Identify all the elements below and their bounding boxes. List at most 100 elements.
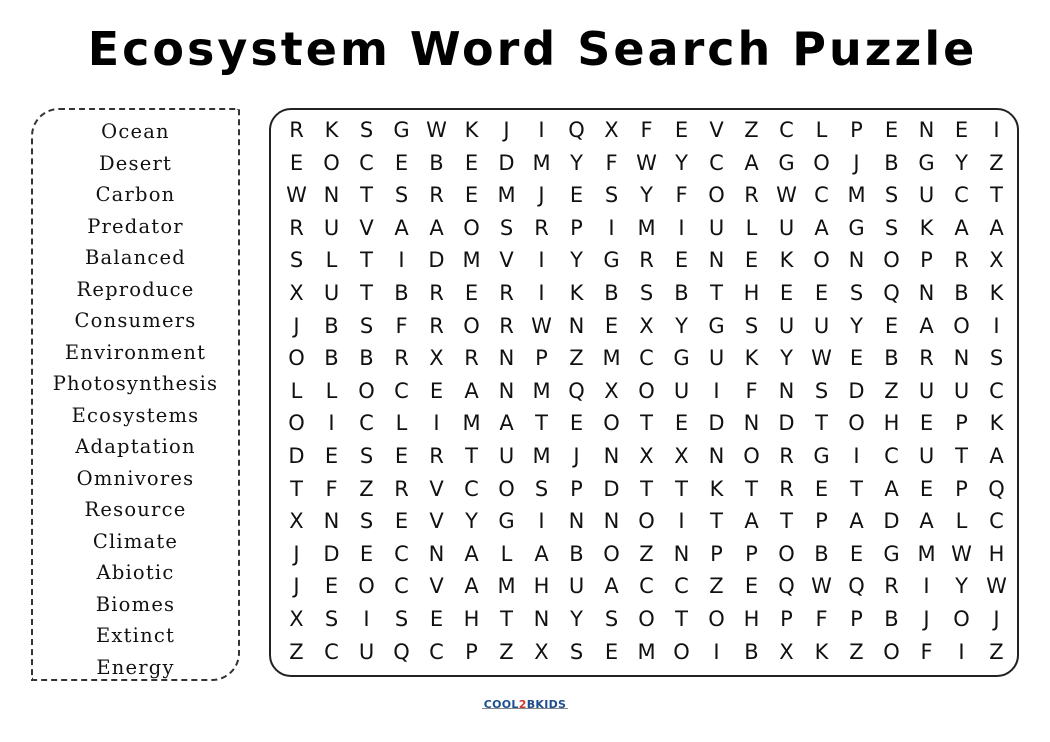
grid-cell[interactable]: E — [664, 407, 699, 439]
grid-cell[interactable]: S — [979, 342, 1014, 374]
grid-cell[interactable]: C — [349, 407, 384, 439]
grid-cell[interactable]: W — [979, 570, 1014, 602]
grid-cell[interactable]: Q — [874, 277, 909, 309]
grid-cell[interactable]: U — [909, 179, 944, 211]
grid-cell[interactable]: H — [454, 603, 489, 635]
grid-cell[interactable]: R — [384, 342, 419, 374]
grid-cell[interactable]: B — [314, 342, 349, 374]
grid-cell[interactable]: N — [769, 375, 804, 407]
grid-cell[interactable]: L — [279, 375, 314, 407]
grid-cell[interactable]: E — [769, 277, 804, 309]
grid-cell[interactable]: T — [349, 277, 384, 309]
grid-cell[interactable]: G — [874, 538, 909, 570]
grid-cell[interactable]: I — [699, 636, 734, 668]
grid-cell[interactable]: N — [944, 342, 979, 374]
grid-cell[interactable]: C — [769, 114, 804, 146]
grid-cell[interactable]: E — [454, 277, 489, 309]
grid-cell[interactable]: W — [944, 538, 979, 570]
grid-cell[interactable]: C — [629, 570, 664, 602]
grid-cell[interactable]: T — [804, 407, 839, 439]
grid-cell[interactable]: Y — [559, 244, 594, 276]
grid-cell[interactable]: T — [839, 473, 874, 505]
grid-cell[interactable]: B — [874, 147, 909, 179]
grid-cell[interactable]: T — [454, 440, 489, 472]
grid-cell[interactable]: E — [944, 114, 979, 146]
grid-cell[interactable]: M — [594, 342, 629, 374]
grid-cell[interactable]: A — [909, 505, 944, 537]
grid-cell[interactable]: E — [559, 179, 594, 211]
grid-cell[interactable]: K — [769, 244, 804, 276]
grid-cell[interactable]: F — [314, 473, 349, 505]
grid-cell[interactable]: T — [629, 407, 664, 439]
grid-cell[interactable]: M — [489, 179, 524, 211]
grid-cell[interactable]: L — [734, 212, 769, 244]
grid-cell[interactable]: J — [524, 179, 559, 211]
grid-cell[interactable]: C — [944, 179, 979, 211]
grid-cell[interactable]: L — [489, 538, 524, 570]
grid-cell[interactable]: R — [419, 310, 454, 342]
grid-cell[interactable]: T — [349, 179, 384, 211]
grid-cell[interactable]: S — [874, 212, 909, 244]
grid-cell[interactable]: H — [734, 277, 769, 309]
grid-cell[interactable]: A — [909, 310, 944, 342]
grid-cell[interactable]: O — [839, 407, 874, 439]
grid-cell[interactable]: N — [314, 179, 349, 211]
grid-cell[interactable]: J — [489, 114, 524, 146]
grid-cell[interactable]: C — [384, 570, 419, 602]
grid-cell[interactable]: G — [489, 505, 524, 537]
grid-cell[interactable]: G — [594, 244, 629, 276]
grid-cell[interactable]: F — [384, 310, 419, 342]
grid-cell[interactable]: O — [489, 473, 524, 505]
grid-cell[interactable]: R — [874, 570, 909, 602]
grid-cell[interactable]: N — [594, 505, 629, 537]
grid-cell[interactable]: C — [979, 505, 1014, 537]
grid-cell[interactable]: U — [559, 570, 594, 602]
grid-cell[interactable]: I — [384, 244, 419, 276]
grid-cell[interactable]: L — [804, 114, 839, 146]
grid-cell[interactable]: O — [699, 179, 734, 211]
grid-cell[interactable]: E — [734, 244, 769, 276]
grid-cell[interactable]: Q — [559, 375, 594, 407]
grid-cell[interactable]: T — [734, 473, 769, 505]
grid-cell[interactable]: T — [769, 505, 804, 537]
grid-cell[interactable]: Z — [839, 636, 874, 668]
grid-cell[interactable]: O — [629, 505, 664, 537]
grid-cell[interactable]: R — [384, 473, 419, 505]
grid-cell[interactable]: S — [384, 179, 419, 211]
grid-cell[interactable]: K — [734, 342, 769, 374]
grid-cell[interactable]: C — [699, 147, 734, 179]
grid-cell[interactable]: A — [384, 212, 419, 244]
grid-cell[interactable]: A — [594, 570, 629, 602]
grid-cell[interactable]: S — [349, 505, 384, 537]
grid-cell[interactable]: N — [699, 440, 734, 472]
grid-cell[interactable]: K — [699, 473, 734, 505]
grid-cell[interactable]: M — [839, 179, 874, 211]
grid-cell[interactable]: P — [944, 473, 979, 505]
grid-cell[interactable]: J — [559, 440, 594, 472]
grid-cell[interactable]: P — [524, 342, 559, 374]
grid-cell[interactable]: R — [629, 244, 664, 276]
grid-cell[interactable]: Z — [734, 114, 769, 146]
grid-cell[interactable]: F — [629, 114, 664, 146]
grid-cell[interactable]: F — [594, 147, 629, 179]
grid-cell[interactable]: F — [734, 375, 769, 407]
grid-cell[interactable]: C — [979, 375, 1014, 407]
grid-cell[interactable]: X — [979, 244, 1014, 276]
grid-cell[interactable]: D — [279, 440, 314, 472]
grid-cell[interactable]: P — [909, 244, 944, 276]
grid-cell[interactable]: P — [839, 114, 874, 146]
grid-cell[interactable]: L — [314, 244, 349, 276]
grid-cell[interactable]: Z — [979, 636, 1014, 668]
grid-cell[interactable]: Y — [769, 342, 804, 374]
grid-cell[interactable]: S — [384, 603, 419, 635]
grid-cell[interactable]: E — [804, 277, 839, 309]
grid-cell[interactable]: X — [419, 342, 454, 374]
grid-cell[interactable]: J — [979, 603, 1014, 635]
grid-cell[interactable]: S — [874, 179, 909, 211]
grid-cell[interactable]: U — [699, 342, 734, 374]
grid-cell[interactable]: M — [489, 570, 524, 602]
grid-cell[interactable]: R — [944, 244, 979, 276]
grid-cell[interactable]: L — [384, 407, 419, 439]
grid-cell[interactable]: R — [454, 342, 489, 374]
grid-cell[interactable]: W — [629, 147, 664, 179]
